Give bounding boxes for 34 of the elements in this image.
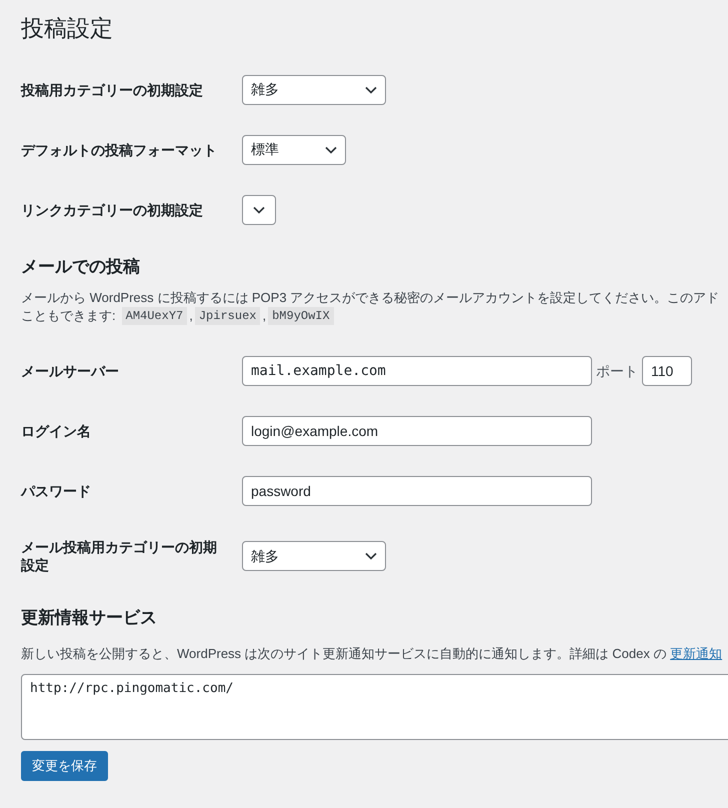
field-label: 投稿用カテゴリーの初期設定 bbox=[21, 80, 204, 99]
field-label: ログイン名 bbox=[21, 422, 92, 440]
select-dropdown[interactable]: 標準 bbox=[242, 134, 346, 165]
description-text: メールから WordPress に投稿するには POP3 アクセスができる秘密のメールアカウントを設定してください。このアド bbox=[21, 289, 720, 308]
section-heading: 更新情報サービス bbox=[21, 607, 158, 630]
port-label: ポート bbox=[596, 362, 638, 381]
field-label: リンクカテゴリーの初期設定 bbox=[21, 200, 204, 219]
text-input[interactable]: login@example.com bbox=[242, 416, 592, 446]
section-heading: メールでの投稿 bbox=[21, 256, 141, 278]
comma-text: , bbox=[189, 307, 193, 326]
chevron-down-icon bbox=[253, 206, 265, 214]
text-input[interactable]: password bbox=[242, 476, 592, 506]
text-input[interactable]: mail.example.com bbox=[242, 356, 592, 386]
chevron-down-icon bbox=[365, 86, 377, 94]
select-dropdown[interactable]: 雑多 bbox=[242, 541, 386, 572]
field-label: メール投稿用カテゴリーの初期設定 bbox=[21, 538, 218, 575]
code-text: Jpirsuex bbox=[194, 307, 260, 326]
code-text: bM9yOwIX bbox=[268, 307, 334, 326]
chevron-down-icon bbox=[325, 146, 337, 154]
select-dropdown[interactable]: 雑多 bbox=[242, 74, 386, 105]
code-text: AM4UexY7 bbox=[122, 307, 188, 326]
ping-services-textarea[interactable]: http://rpc.pingomatic.com/ bbox=[21, 674, 728, 740]
save-button[interactable]: 変更を保存 bbox=[21, 750, 108, 781]
port-input[interactable]: 110 bbox=[642, 356, 692, 386]
field-label: デフォルトの投稿フォーマット bbox=[21, 140, 218, 159]
docs-link[interactable]: 更新通知 bbox=[670, 646, 722, 661]
field-label: パスワード bbox=[21, 482, 92, 500]
select-dropdown[interactable] bbox=[242, 194, 276, 225]
field-label: メールサーバー bbox=[21, 362, 120, 380]
chevron-down-icon bbox=[365, 552, 377, 560]
description-text: 新しい投稿を公開すると、WordPress は次のサイト更新通知サービスに自動的に通知します。詳細は Codex の 更新通知 bbox=[21, 644, 724, 663]
description-text: こともできます: bbox=[21, 307, 116, 326]
page-title: 投稿設定 bbox=[21, 14, 114, 43]
comma-text: , bbox=[262, 307, 266, 326]
